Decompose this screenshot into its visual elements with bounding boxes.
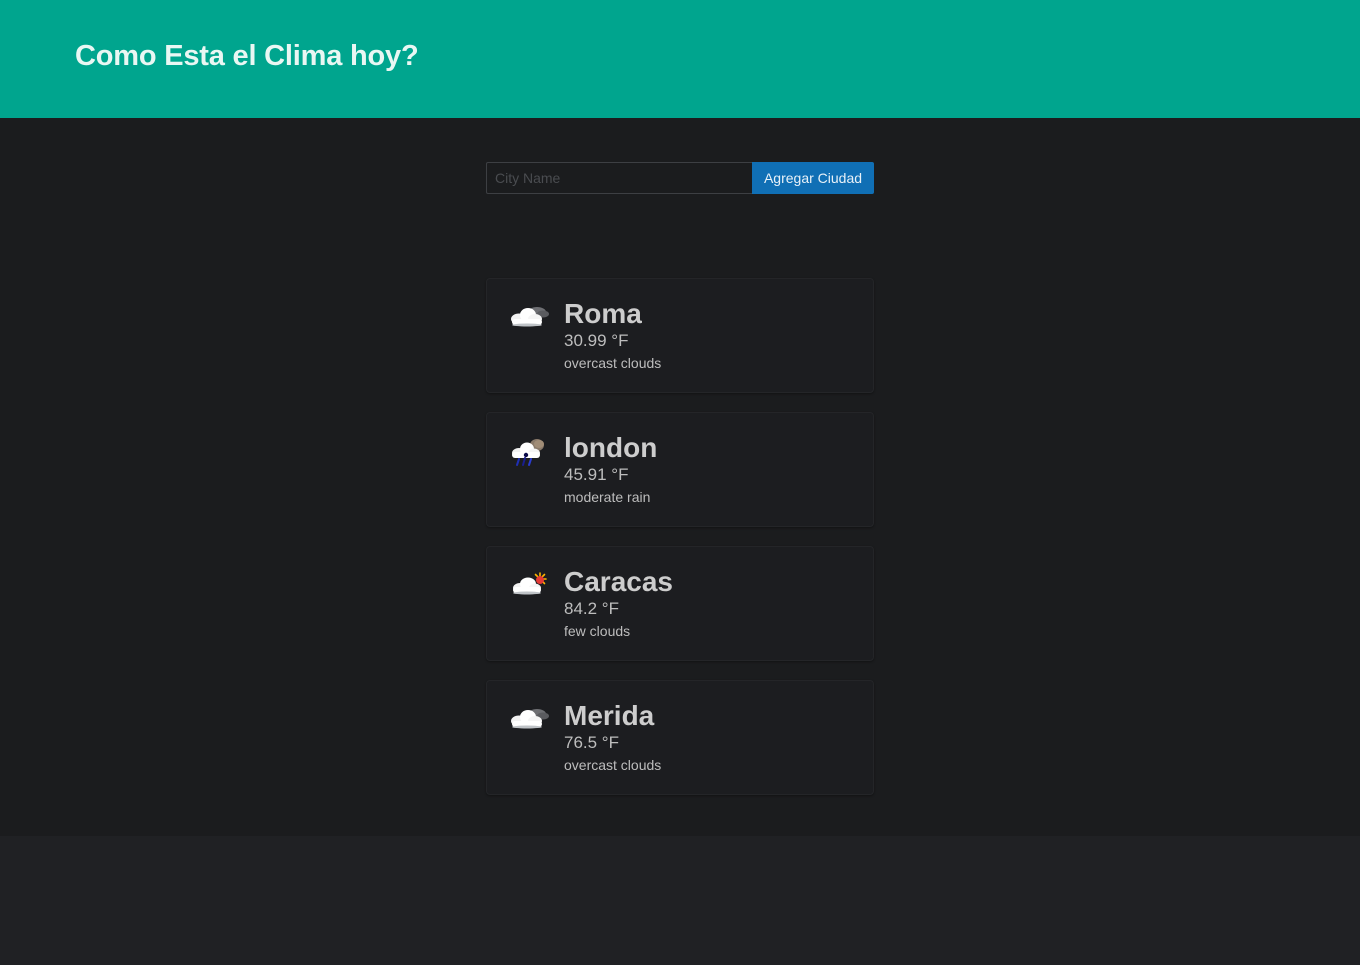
city-temperature: 45.91 °F	[564, 465, 629, 484]
add-city-button[interactable]: Agregar Ciudad	[752, 162, 874, 194]
overcast-clouds-icon	[511, 709, 549, 729]
header-bar: Como Esta el Clima hoy?	[0, 0, 1360, 118]
city-name: Roma	[564, 298, 642, 329]
city-name-input[interactable]	[486, 162, 752, 194]
city-temperature: 76.5 °F	[564, 733, 619, 752]
city-card: Merida 76.5 °F overcast clouds	[486, 680, 874, 795]
weather-description: overcast clouds	[564, 757, 662, 773]
city-name: london	[564, 432, 658, 463]
add-city-form: Agregar Ciudad	[486, 162, 874, 194]
city-temperature: 30.99 °F	[564, 331, 629, 350]
city-card: london 45.91 °F moderate rain	[486, 412, 874, 527]
main-content: Agregar Ciudad Roma 30.99 °F overcast cl…	[0, 118, 1360, 836]
few-clouds-icon	[513, 572, 547, 595]
city-temperature: 84.2 °F	[564, 599, 619, 618]
page-footer-area	[0, 836, 1360, 965]
weather-description: few clouds	[564, 623, 631, 639]
weather-description: overcast clouds	[564, 355, 662, 371]
city-card: Caracas 84.2 °F few clouds	[486, 546, 874, 661]
overcast-clouds-icon	[511, 307, 549, 327]
rain-icon	[512, 439, 544, 466]
city-name: Caracas	[564, 566, 673, 597]
city-name: Merida	[564, 700, 655, 731]
city-card: Roma 30.99 °F overcast clouds	[486, 278, 874, 393]
city-list: Roma 30.99 °F overcast clouds london 45.…	[486, 278, 874, 814]
weather-description: moderate rain	[564, 489, 651, 505]
page-title: Como Esta el Clima hoy?	[75, 40, 419, 72]
